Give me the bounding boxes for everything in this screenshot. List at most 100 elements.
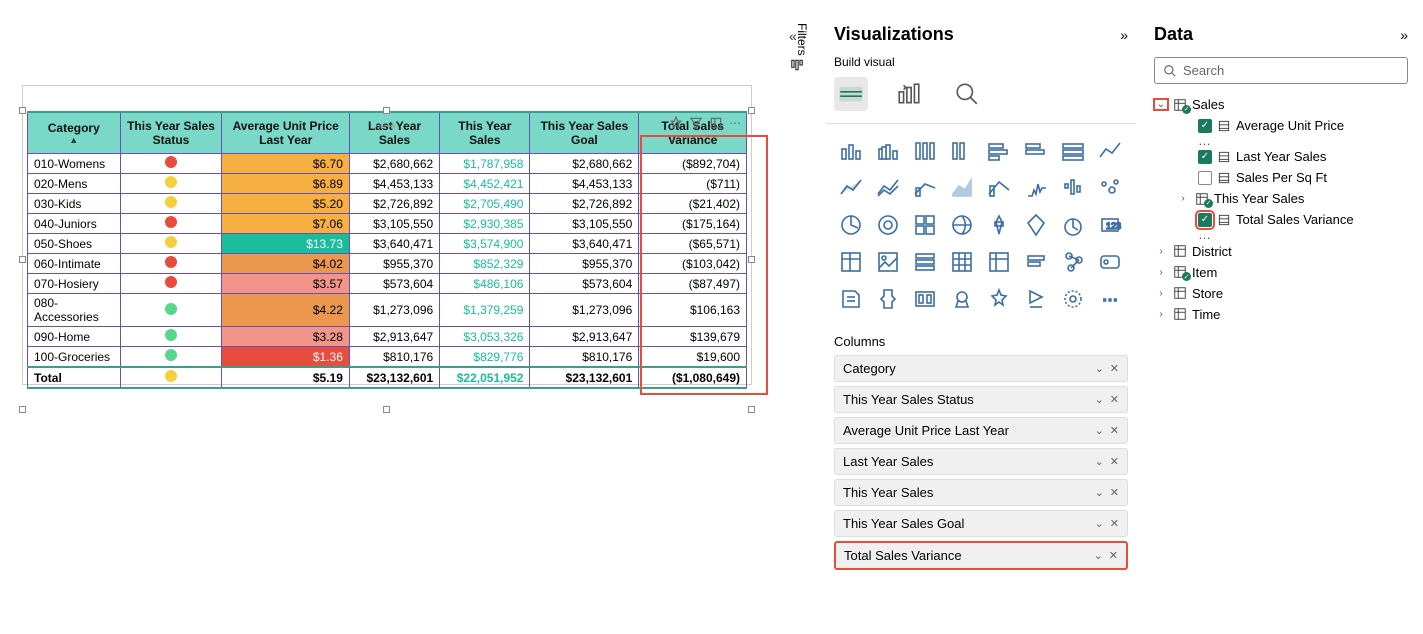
filters-pane-label[interactable]: Filters (785, 23, 809, 56)
viz-waterfall-icon[interactable] (1056, 171, 1090, 205)
viz-stacked-column-icon[interactable] (908, 134, 942, 168)
tree-last-year-sales[interactable]: ✓ Last Year Sales (1154, 146, 1408, 167)
filters-panel-icon[interactable] (790, 58, 804, 75)
table-row[interactable]: 090-Home $3.28 $2,913,647 $3,053,326 $2,… (28, 327, 747, 347)
chevron-right-icon[interactable]: › (1176, 193, 1190, 204)
viz-area-stacked-icon[interactable] (945, 171, 979, 205)
table-row[interactable]: 070-Hosiery $3.57 $573,604 $486,106 $573… (28, 274, 747, 294)
build-visual-tab[interactable] (834, 77, 868, 111)
column-well-item[interactable]: This Year Sales Goal ⌄ ✕ (834, 510, 1128, 537)
table-row[interactable]: 030-Kids $5.20 $2,726,892 $2,705,490 $2,… (28, 194, 747, 214)
format-visual-tab[interactable] (892, 77, 926, 111)
resize-handle-lm[interactable] (19, 256, 26, 263)
viz-key-influencer-icon[interactable] (982, 282, 1016, 316)
resize-handle-rm[interactable] (748, 256, 755, 263)
tree-sales[interactable]: ⌄ Sales (1154, 94, 1408, 115)
col-header-goal[interactable]: This Year Sales Goal (530, 112, 639, 154)
viz-decomposition-icon[interactable] (1056, 245, 1090, 279)
chevron-down-icon[interactable]: ⌄ (1095, 455, 1104, 468)
viz-python-icon[interactable] (1019, 282, 1053, 316)
remove-icon[interactable]: ✕ (1109, 549, 1118, 562)
chevron-right-icon[interactable]: › (1154, 246, 1168, 257)
viz-area-icon[interactable] (834, 171, 868, 205)
viz-hundred-bar-icon[interactable] (1056, 134, 1090, 168)
viz-pie-icon[interactable] (834, 208, 868, 242)
tree-time[interactable]: › Time (1154, 304, 1408, 325)
table-row[interactable]: 060-Intimate $4.02 $955,370 $852,329 $95… (28, 254, 747, 274)
table-visual[interactable]: ══ ⋯ Category▲ This Year Sales Status Av… (22, 85, 752, 385)
tree-avg-unit-price[interactable]: ✓ Average Unit Price (1154, 115, 1408, 136)
col-header-thisyear[interactable]: This Year Sales (440, 112, 530, 154)
chevron-right-icon[interactable]: › (1154, 309, 1168, 320)
viz-image-icon[interactable] (871, 245, 905, 279)
remove-icon[interactable]: ✕ (1110, 393, 1119, 406)
chevron-right-icon[interactable]: › (1154, 288, 1168, 299)
table-row[interactable]: 080-Accessories $4.22 $1,273,096 $1,379,… (28, 294, 747, 327)
viz-multirow-icon[interactable] (908, 245, 942, 279)
viz-funnel-icon[interactable] (982, 208, 1016, 242)
column-well-item[interactable]: This Year Sales ⌄ ✕ (834, 479, 1128, 506)
chevron-down-icon[interactable]: ⌄ (1154, 99, 1168, 110)
focus-icon[interactable] (709, 116, 723, 133)
tree-store[interactable]: › Store (1154, 283, 1408, 304)
col-header-category[interactable]: Category▲ (28, 112, 121, 154)
viz-filled-map-icon[interactable] (1019, 208, 1053, 242)
chevron-down-icon[interactable]: ⌄ (1094, 549, 1103, 562)
viz-pivot-icon[interactable] (982, 245, 1016, 279)
table-row[interactable]: 010-Womens $6.70 $2,680,662 $1,787,958 $… (28, 154, 747, 174)
chevron-down-icon[interactable]: ⌄ (1095, 517, 1104, 530)
viz-gauge-icon[interactable] (1056, 208, 1090, 242)
data-collapse-icon[interactable]: » (1400, 27, 1408, 43)
chevron-down-icon[interactable]: ⌄ (1095, 486, 1104, 499)
search-input[interactable]: Search (1154, 57, 1408, 84)
viz-more-icon[interactable]: ⋯ (1093, 282, 1127, 316)
resize-handle-tr[interactable] (748, 107, 755, 114)
remove-icon[interactable]: ✕ (1110, 517, 1119, 530)
drag-handle-icon[interactable]: ══ (379, 121, 397, 132)
tree-item[interactable]: › Item (1154, 262, 1408, 283)
resize-handle-bm[interactable] (383, 406, 390, 413)
table-row[interactable]: 050-Shoes $13.73 $3,640,471 $3,574,900 $… (28, 234, 747, 254)
resize-handle-tm[interactable] (383, 107, 390, 114)
checkbox-checked-icon[interactable]: ✓ (1198, 213, 1212, 227)
viz-combo-icon[interactable] (908, 171, 942, 205)
filter-icon[interactable] (689, 116, 703, 133)
chevron-down-icon[interactable]: ⌄ (1095, 393, 1104, 406)
col-header-status[interactable]: This Year Sales Status (120, 112, 222, 154)
column-well-item[interactable]: Last Year Sales ⌄ ✕ (834, 448, 1128, 475)
resize-handle-br[interactable] (748, 406, 755, 413)
viz-map-icon[interactable] (945, 208, 979, 242)
viz-line-icon[interactable] (1093, 134, 1127, 168)
remove-icon[interactable]: ✕ (1110, 362, 1119, 375)
checkbox-checked-icon[interactable]: ✓ (1198, 119, 1212, 133)
table-row[interactable]: 100-Groceries $1.36 $810,176 $829,776 $8… (28, 347, 747, 368)
viz-line-column-icon[interactable] (982, 171, 1016, 205)
more-icon[interactable]: ⋯ (729, 116, 741, 133)
column-well-item[interactable]: Average Unit Price Last Year ⌄ ✕ (834, 417, 1128, 444)
column-well-item[interactable]: Category ⌄ ✕ (834, 355, 1128, 382)
viz-paginated-icon[interactable] (834, 282, 868, 316)
viz-slicer-icon[interactable] (1019, 245, 1053, 279)
viz-clustered-bar-h-icon[interactable] (1019, 134, 1053, 168)
remove-icon[interactable]: ✕ (1110, 486, 1119, 499)
tree-total-sales-variance[interactable]: ✓ Total Sales Variance (1154, 209, 1408, 230)
viz-multi-line-icon[interactable] (871, 171, 905, 205)
viz-table-icon[interactable] (945, 245, 979, 279)
viz-clustered-column-icon[interactable] (945, 134, 979, 168)
analytics-tab[interactable] (950, 77, 984, 111)
col-header-lastyear[interactable]: Last Year Sales (349, 112, 439, 154)
remove-icon[interactable]: ✕ (1110, 455, 1119, 468)
viz-kpi-icon[interactable] (871, 282, 905, 316)
chevron-down-icon[interactable]: ⌄ (1095, 362, 1104, 375)
viz-qa-icon[interactable] (945, 282, 979, 316)
pin-icon[interactable] (669, 116, 683, 133)
table-row[interactable]: 040-Juniors $7.06 $3,105,550 $2,930,385 … (28, 214, 747, 234)
checkbox-checked-icon[interactable]: ✓ (1198, 150, 1212, 164)
table-row[interactable]: 020-Mens $6.89 $4,453,133 $4,452,421 $4,… (28, 174, 747, 194)
viz-treemap-icon[interactable] (908, 208, 942, 242)
resize-handle-tl[interactable] (19, 107, 26, 114)
viz-collapse-icon[interactable]: » (1120, 27, 1128, 43)
viz-card-icon[interactable]: 123 (1093, 208, 1127, 242)
tree-this-year-sales[interactable]: › This Year Sales (1154, 188, 1408, 209)
viz-button-icon[interactable] (1093, 245, 1127, 279)
